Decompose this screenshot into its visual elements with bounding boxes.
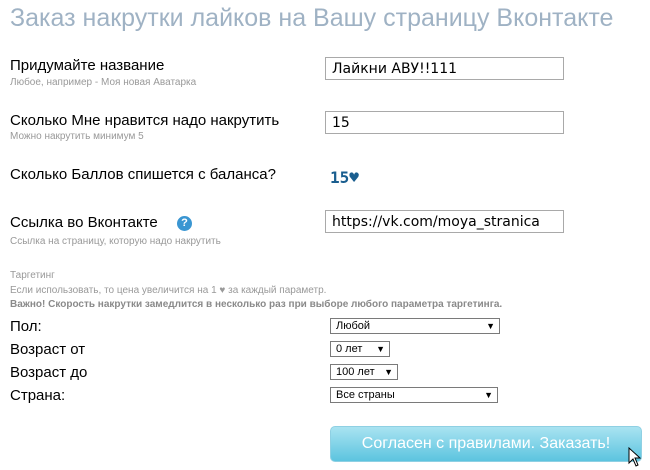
count-hint: Можно накрутить минимум 5 xyxy=(10,131,144,142)
gender-select[interactable]: Любой ▼ xyxy=(330,318,500,334)
cost-label: Сколько Баллов спишется с баланса? xyxy=(10,166,276,183)
cost-value: 15♥ xyxy=(330,168,359,187)
link-hint: Ссылка на страницу, которую надо накрути… xyxy=(10,236,221,247)
name-input[interactable] xyxy=(325,57,564,80)
count-label: Сколько Мне нравится надо накрутить xyxy=(10,112,280,129)
chevron-down-icon: ▼ xyxy=(384,367,393,377)
age-from-label: Возраст от xyxy=(10,341,86,358)
name-hint: Любое, например - Моя новая Аватарка xyxy=(10,77,197,88)
link-input[interactable] xyxy=(325,210,564,233)
question-circle-icon[interactable]: ? xyxy=(177,216,192,231)
age-from-select-value: 0 лет xyxy=(336,343,363,355)
age-to-label: Возраст до xyxy=(10,364,88,381)
age-to-select[interactable]: 100 лет ▼ xyxy=(330,364,398,380)
targeting-note: Если использовать, то цена увеличится на… xyxy=(10,285,327,296)
targeting-warning: Важно! Скорость накрутки замедлится в не… xyxy=(10,299,503,310)
chevron-down-icon: ▼ xyxy=(486,321,495,331)
chevron-down-icon: ▼ xyxy=(376,344,385,354)
country-select-value: Все страны xyxy=(336,389,395,401)
submit-order-button[interactable]: Согласен с правилами. Заказать! xyxy=(330,426,642,462)
age-to-select-value: 100 лет xyxy=(336,366,375,378)
country-label: Страна: xyxy=(10,387,66,404)
link-label: Ссылка во Вконтакте xyxy=(10,214,158,231)
count-input[interactable] xyxy=(325,111,564,134)
page-title: Заказ накрутки лайков на Вашу страницу В… xyxy=(10,4,614,32)
age-from-select[interactable]: 0 лет ▼ xyxy=(330,341,390,357)
gender-label: Пол: xyxy=(10,318,42,335)
pointer-cursor-icon xyxy=(628,447,642,467)
name-label: Придумайте название xyxy=(10,57,165,74)
gender-select-value: Любой xyxy=(336,320,371,332)
country-select[interactable]: Все страны ▼ xyxy=(330,387,498,403)
chevron-down-icon: ▼ xyxy=(484,390,493,400)
targeting-heading: Таргетинг xyxy=(10,270,55,281)
